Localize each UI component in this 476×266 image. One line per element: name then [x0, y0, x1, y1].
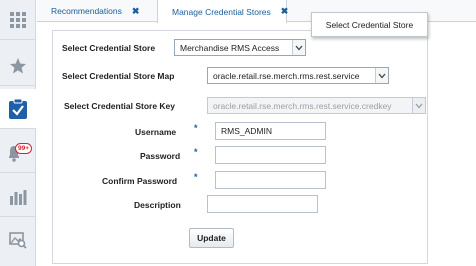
update-button[interactable]: Update [189, 228, 234, 248]
reports-bar-chart-icon[interactable] [0, 177, 36, 217]
notifications-bell-icon[interactable]: 99+ [0, 133, 36, 173]
required-marker: * [194, 147, 198, 157]
credential-store-key-value: oracle.retail.rse.merch.rms.rest.service… [213, 100, 392, 111]
store-map-label: Select Credential Store Map [62, 71, 175, 81]
tab-recommendations[interactable]: Recommendations ✖ [37, 0, 157, 22]
tasks-clipboard-icon[interactable] [0, 89, 36, 129]
nav-rail: 99+ [0, 0, 36, 266]
required-marker: * [194, 172, 198, 182]
credential-store-map-value: oracle.retail.rse.merch.rms.rest.service [213, 70, 360, 81]
tab-label: Recommendations [51, 6, 122, 16]
store-label: Select Credential Store [62, 43, 156, 53]
password-label: Password [140, 151, 181, 161]
select-credential-store-tooltip: Select Credential Store [311, 12, 428, 37]
credential-store-value: Merchandise RMS Access [180, 42, 280, 53]
store-key-label: Select Credential Store Key [64, 101, 176, 111]
notification-count-badge: 99+ [15, 143, 33, 154]
tab-manage-credential-stores[interactable]: Manage Credential Stores ✖ [157, 0, 289, 23]
close-tab-icon[interactable]: ✖ [281, 6, 289, 17]
confirm-password-label: Confirm Password [102, 176, 178, 186]
chevron-down-icon [292, 40, 305, 55]
description-label: Description [134, 200, 181, 210]
credential-store-key-select[interactable]: oracle.retail.rse.merch.rms.rest.service… [207, 97, 426, 114]
description-field[interactable] [207, 195, 318, 213]
username-value: RMS_ADMIN [221, 126, 273, 136]
favorites-star-icon[interactable] [0, 46, 36, 86]
username-label: Username [135, 127, 177, 137]
chevron-down-icon [412, 98, 425, 113]
apps-grid-icon[interactable] [0, 0, 36, 40]
image-search-icon[interactable] [0, 220, 36, 260]
required-marker: * [194, 123, 198, 133]
close-tab-icon[interactable]: ✖ [132, 6, 140, 17]
password-field[interactable] [215, 146, 326, 164]
chevron-down-icon [375, 68, 388, 83]
credential-store-select[interactable]: Merchandise RMS Access [174, 39, 306, 56]
credential-store-map-select[interactable]: oracle.retail.rse.merch.rms.rest.service [207, 67, 389, 84]
tab-label: Manage Credential Stores [172, 6, 271, 17]
confirm-password-field[interactable] [215, 171, 326, 189]
username-field[interactable]: RMS_ADMIN [215, 122, 326, 140]
